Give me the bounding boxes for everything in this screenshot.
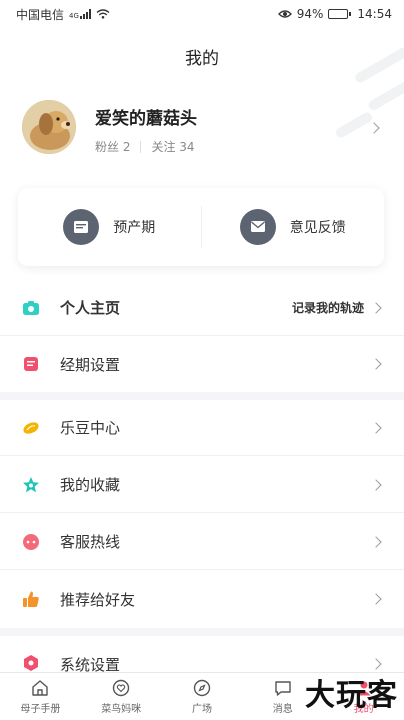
tab-mommy[interactable]: 菜鸟妈咪: [81, 673, 162, 720]
tab-square[interactable]: 广场: [162, 673, 243, 720]
compass-icon: [193, 679, 211, 696]
status-left: 中国电信 4G: [16, 6, 110, 23]
battery-percent: 94%: [296, 7, 324, 21]
chevron-right-icon: [370, 658, 382, 670]
dog-avatar-image: [22, 100, 76, 154]
eye-icon: [277, 10, 292, 18]
menu-item-recommend[interactable]: 推荐给好友: [0, 571, 404, 627]
section-gap: [0, 392, 404, 400]
menu-item-favorites[interactable]: 我的收藏: [0, 457, 404, 513]
avatar[interactable]: [22, 100, 76, 154]
due-date-label: 预产期: [113, 220, 156, 236]
chevron-right-icon: [368, 122, 380, 134]
stats-divider: [140, 140, 142, 153]
star-icon: [22, 476, 40, 494]
tab-label-mommy: 菜鸟妈咪: [101, 703, 142, 715]
quick-actions-card: 预产期 意见反馈: [18, 188, 384, 266]
carrier-label: 中国电信: [16, 7, 65, 22]
watermark: 大玩客: [305, 678, 398, 713]
clock: 14:54: [357, 7, 392, 21]
network-type: 4G: [69, 11, 79, 20]
status-bar: 中国电信 4G 94% 14:54: [0, 0, 404, 28]
settings-icon: [22, 654, 40, 672]
chevron-right-icon: [370, 422, 382, 434]
menu-label-recommend: 推荐给好友: [60, 590, 136, 609]
menu-label-ledou-center: 乐豆中心: [60, 419, 121, 437]
period-icon: [22, 355, 40, 373]
due-date-button[interactable]: 预产期: [18, 188, 201, 266]
mail-icon: [239, 209, 276, 245]
status-right: 94% 14:54: [277, 7, 392, 21]
camera-icon: [22, 299, 40, 317]
wifi-icon: [96, 9, 110, 19]
message-icon: [275, 680, 291, 696]
menu-label-service-hotline: 客服热线: [60, 533, 121, 551]
menu-label-period-settings: 经期设置: [60, 355, 121, 374]
thumbs-up-icon: [22, 590, 40, 608]
chevron-right-icon: [370, 536, 382, 548]
tab-label-square: 广场: [191, 703, 212, 715]
menu-item-period-settings[interactable]: 经期设置: [0, 336, 404, 392]
menu-label-favorites: 我的收藏: [60, 476, 121, 494]
feedback-label: 意见反馈: [289, 220, 346, 236]
calendar-icon: [63, 209, 100, 245]
bean-icon: [22, 419, 40, 437]
battery-icon: [328, 9, 352, 19]
chat-bubble-icon: [22, 533, 40, 551]
menu-item-personal-home[interactable]: 个人主页 记录我的轨迹: [0, 280, 404, 336]
tab-label-handbook: 母子手册: [20, 703, 61, 715]
username: 爱笑的蘑菇头: [95, 109, 197, 129]
heart-icon: [112, 679, 130, 696]
chevron-right-icon: [370, 358, 382, 370]
chevron-right-icon: [370, 302, 382, 314]
signal-icon: [79, 9, 91, 19]
fans-count[interactable]: 粉丝 2: [95, 138, 130, 155]
section-gap: [0, 628, 404, 636]
following-count[interactable]: 关注 34: [151, 138, 194, 155]
menu-item-service-hotline[interactable]: 客服热线: [0, 514, 404, 570]
track-record-link[interactable]: 记录我的轨迹: [292, 299, 364, 316]
tab-handbook[interactable]: 母子手册: [0, 673, 81, 720]
home-icon: [32, 679, 49, 696]
chevron-right-icon: [370, 479, 382, 491]
tab-label-messages: 消息: [272, 703, 293, 715]
profile-stats: 粉丝 2 关注 34: [95, 138, 195, 155]
profile-row[interactable]: 爱笑的蘑菇头 粉丝 2 关注 34: [0, 96, 404, 162]
feedback-button[interactable]: 意见反馈: [202, 188, 385, 266]
chevron-right-icon: [370, 593, 382, 605]
menu-label-personal-home: 个人主页: [60, 299, 121, 317]
menu-item-ledou-center[interactable]: 乐豆中心: [0, 400, 404, 456]
